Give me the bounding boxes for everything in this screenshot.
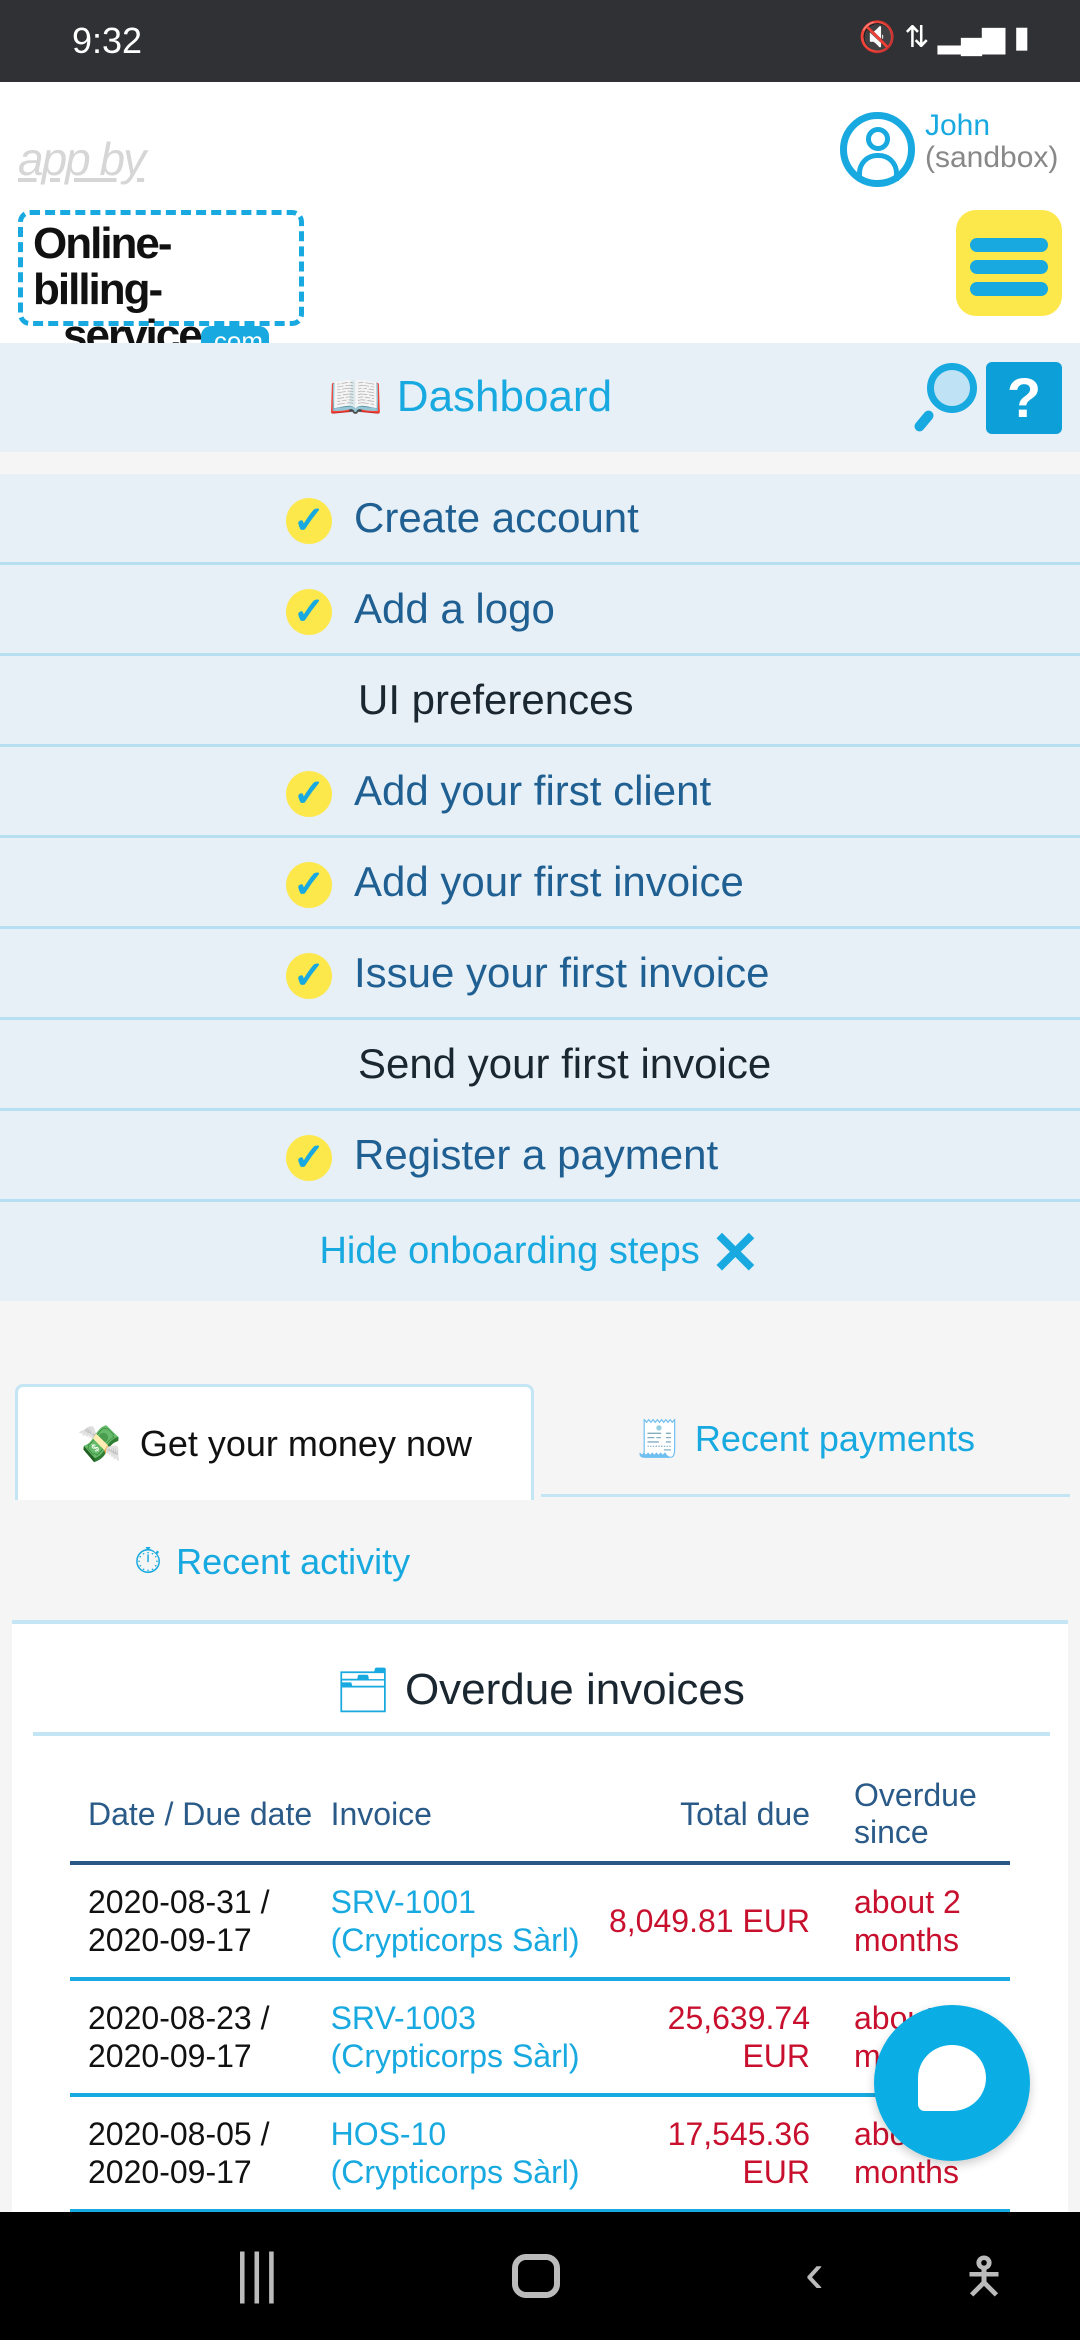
money-icon: 💸 [77,1422,122,1464]
tab-label: Get your money now [139,1422,472,1464]
book-icon: 📖 [328,373,383,422]
logo-text: Online-billing- [33,219,173,314]
menu-button[interactable] [956,210,1062,316]
overdue-since: about 2 months [810,1863,1010,1981]
tabs: 💸 Get your money now 🧾 Recent payments [15,1384,1070,1500]
invoice-link[interactable]: SRV-1003 (Crypticorps Sàrl) [312,1979,580,2097]
status-bar: 9:32 🔇 ⇅ ▂▄▆ ▮ [0,0,1080,82]
page-title: 📖 Dashboard [328,371,612,423]
invoice-link[interactable]: HOS-10 (Crypticorps Sàrl) [312,2095,580,2213]
step-label: Create account [354,494,639,541]
user-env: (sandbox) [925,141,1059,174]
onboarding-step[interactable]: ✓ Create account [0,474,1080,565]
tab-label: Recent payments [694,1418,975,1459]
clock: 9:32 [72,20,143,61]
onboarding-step[interactable]: ✓ Add your first invoice [0,838,1080,929]
check-icon: ✓ [286,862,332,908]
column-header[interactable]: Date / Due date [70,1769,313,1865]
section-title: 🗂 Overdue invoices [12,1664,1068,1716]
check-icon: ✓ [286,771,332,817]
table-row[interactable]: 2020-08-31 /2020-09-17 SRV-1001 (Cryptico… [70,1863,1010,1981]
app-by-label: app by [18,133,146,185]
tab-label: Recent activity [176,1540,411,1582]
onboarding-step[interactable]: ✓ Add your first client [0,747,1080,838]
stopwatch-icon: ⏱ [134,1540,163,1581]
tab-recent-payments[interactable]: 🧾 Recent payments [541,1384,1070,1497]
column-header[interactable]: Overdue since [810,1769,1010,1865]
user-name-text: John [925,109,991,142]
column-header[interactable]: Total due [580,1769,810,1865]
date-cell: 2020-08-31 /2020-09-17 [70,1863,313,1981]
chat-button[interactable] [874,2005,1030,2161]
android-nav-bar: ||| ‹ 🯅 [0,2212,1080,2340]
step-label: UI preferences [358,676,634,723]
logo[interactable]: Online-billing- service .com [18,210,304,359]
invoice-clock-icon: 🗂 [335,1666,391,1715]
step-label: Issue your first invoice [354,949,770,996]
user-name[interactable]: John (sandbox) [925,110,1058,174]
step-label: Add a logo [354,585,555,632]
app-header: app by Online-billing- service .com John … [0,82,1080,359]
home-icon[interactable] [512,2254,560,2298]
onboarding-steps: ✓ Create account ✓ Add a logo UI preferences… [0,474,1080,1301]
chat-bubble-icon [918,2045,986,2111]
recent-apps-icon[interactable]: ||| [235,2240,279,2305]
hide-onboarding-button[interactable]: Hide onboarding steps ✕ [0,1202,1080,1301]
invoice-link[interactable]: SRV-1001 (Crypticorps Sàrl) [312,1863,580,1981]
section-title-text: Overdue invoices [404,1665,745,1714]
check-icon: ✓ [286,1135,332,1181]
onboarding-step[interactable]: UI preferences [0,656,1080,747]
payments-icon: 🧾 [636,1418,681,1459]
step-label: Add your first client [354,767,712,814]
search-icon[interactable] [912,361,981,434]
help-button[interactable]: ? [986,362,1062,434]
step-label: Add your first invoice [354,858,744,905]
accessibility-icon[interactable]: 🯅 [962,2240,1006,2325]
hide-label: Hide onboarding steps [319,1230,700,1272]
total-due: 17,545.36 EUR [580,2095,810,2213]
onboarding-step[interactable]: ✓ Issue your first invoice [0,929,1080,1020]
hamburger-icon [970,238,1048,252]
dashboard-bar: 📖 Dashboard ? [0,343,1080,452]
date-cell: 2020-08-05 /2020-09-17 [70,2095,313,2213]
signal-battery-icons: 🔇 ⇅ ▂▄▆ ▮ [858,21,1030,54]
tab-get-your-money-now[interactable]: 💸 Get your money now [15,1384,534,1500]
divider [33,1732,1050,1736]
onboarding-step[interactable]: ✓ Add a logo [0,565,1080,656]
table-row[interactable]: 2020-08-23 /2020-09-17 SRV-1003 (Cryptico… [70,1979,1010,2097]
back-icon[interactable]: ‹ [805,2240,824,2305]
page-title-text: Dashboard [396,372,613,421]
total-due: 8,049.81 EUR [580,1863,810,1981]
close-icon: ✕ [710,1219,761,1287]
table-row[interactable]: 2020-08-05 /2020-09-17 HOS-10 (Crypticorp… [70,2095,1010,2213]
user-avatar-icon[interactable] [840,112,915,187]
onboarding-step[interactable]: ✓ Register a payment [0,1111,1080,1202]
step-label: Send your first invoice [358,1040,772,1087]
check-icon: ✓ [286,498,332,544]
column-header[interactable]: Invoice [312,1769,580,1865]
check-icon: ✓ [286,953,332,999]
step-label: Register a payment [354,1131,719,1178]
total-due: 25,639.74 EUR [580,1979,810,2097]
onboarding-step[interactable]: Send your first invoice [0,1020,1080,1111]
check-icon: ✓ [286,589,332,635]
tab-recent-activity[interactable]: ⏱ Recent activity [134,1540,410,1583]
date-cell: 2020-08-23 /2020-09-17 [70,1979,313,2097]
